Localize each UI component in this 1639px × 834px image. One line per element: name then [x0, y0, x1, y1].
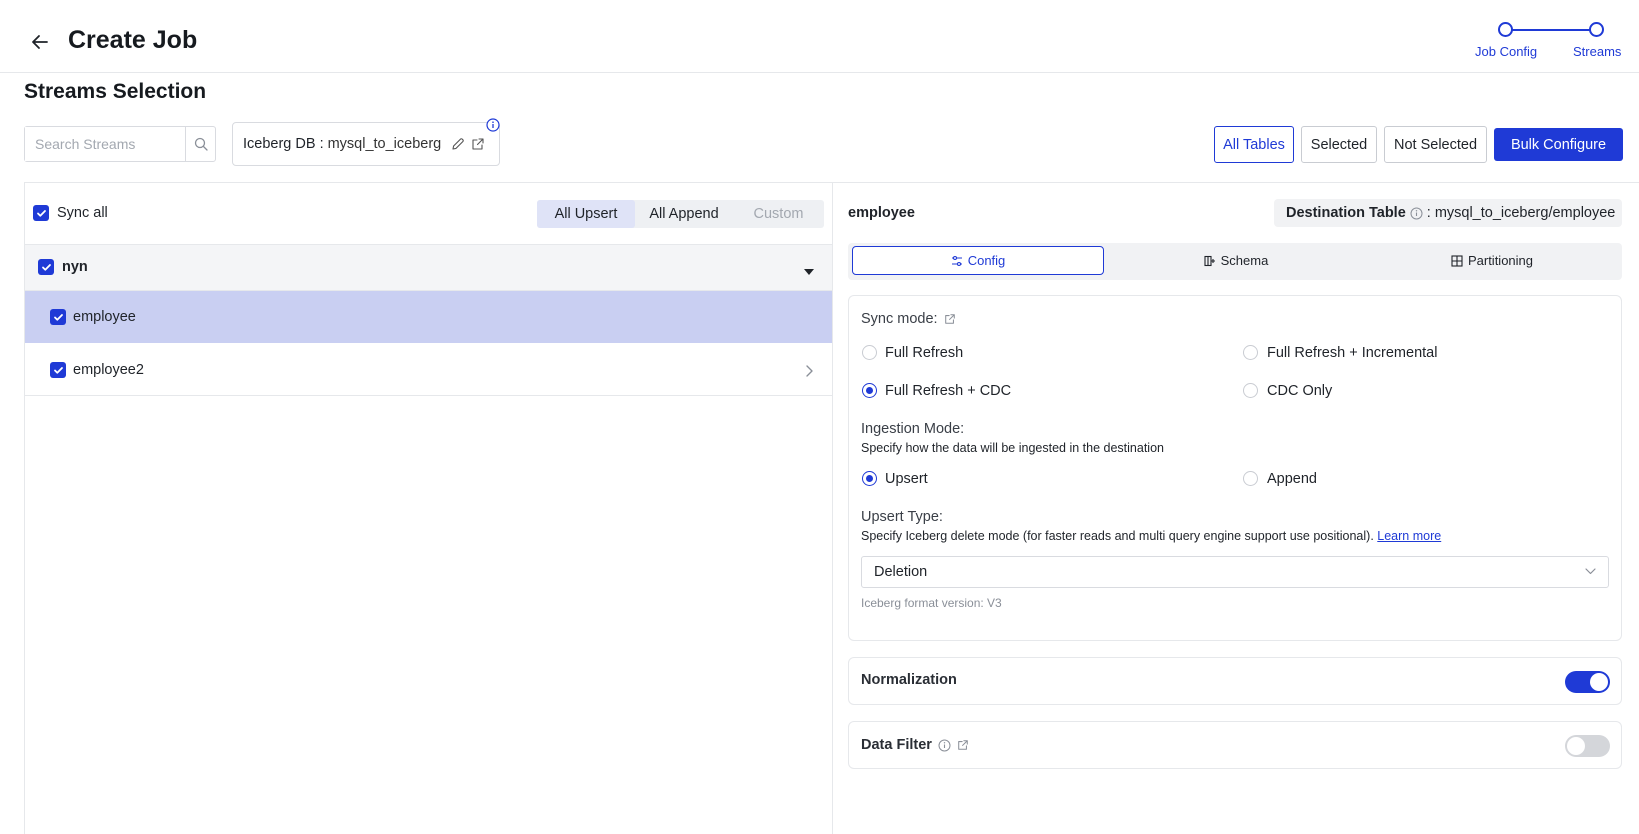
- radio-cdc-only[interactable]: [1243, 383, 1258, 398]
- group-checkbox[interactable]: [38, 259, 54, 275]
- radio-upsert-label: Upsert: [885, 471, 928, 487]
- normalization-card: [848, 657, 1622, 705]
- radio-full-refresh-cdc[interactable]: [862, 383, 877, 398]
- list-item-label: employee: [73, 309, 136, 325]
- tab-partitioning[interactable]: Partitioning: [1366, 246, 1618, 275]
- filter-selected[interactable]: Selected: [1301, 126, 1377, 163]
- list-item-employee[interactable]: [25, 291, 832, 343]
- check-icon: [53, 313, 63, 321]
- upsert-type-value: Deletion: [874, 564, 928, 580]
- mode-segmented-control: All Upsert All Append Custom: [537, 200, 824, 228]
- bulk-configure-button[interactable]: Bulk Configure: [1494, 128, 1623, 161]
- destination-table-value: mysql_to_iceberg/employee: [1434, 205, 1616, 221]
- step-job-config-dot[interactable]: [1498, 22, 1513, 37]
- upsert-type-description: Specify Iceberg delete mode (for faster …: [861, 529, 1374, 543]
- destination-table-label: Destination Table: [1286, 205, 1406, 221]
- section-title: Streams Selection: [24, 80, 207, 103]
- chevron-right-icon[interactable]: [805, 364, 813, 380]
- step-streams-label[interactable]: Streams: [1573, 44, 1621, 59]
- radio-append[interactable]: [1243, 471, 1258, 486]
- step-job-config-label[interactable]: Job Config: [1475, 44, 1537, 59]
- external-link-icon[interactable]: [471, 137, 485, 151]
- check-icon: [41, 263, 51, 271]
- normalization-toggle[interactable]: [1565, 671, 1610, 693]
- back-button[interactable]: [28, 30, 52, 54]
- sync-mode-label: Sync mode:: [861, 311, 938, 327]
- filter-all-tables[interactable]: All Tables: [1214, 126, 1294, 163]
- mode-all-upsert[interactable]: All Upsert: [537, 200, 635, 228]
- search-icon: [194, 137, 208, 151]
- tab-config[interactable]: Config: [852, 246, 1104, 275]
- page-title: Create Job: [68, 26, 198, 54]
- sync-all-label: Sync all: [57, 205, 108, 221]
- search-stream-box: [24, 126, 216, 162]
- normalization-label: Normalization: [861, 672, 957, 688]
- employee-checkbox[interactable]: [50, 309, 66, 325]
- grid-icon: [1451, 254, 1463, 267]
- tab-partitioning-label: Partitioning: [1467, 253, 1534, 268]
- radio-full-refresh[interactable]: [862, 345, 877, 360]
- radio-append-label: Append: [1267, 471, 1317, 487]
- radio-full-refresh-incremental-label: Full Refresh + Incremental: [1267, 345, 1438, 361]
- radio-full-refresh-incremental[interactable]: [1243, 345, 1258, 360]
- check-icon: [36, 209, 46, 217]
- panel-divider: [832, 182, 833, 834]
- check-icon: [53, 366, 63, 374]
- detail-panel-border: [832, 182, 1639, 183]
- format-version-note: Iceberg format version: V3: [861, 596, 1002, 610]
- list-item-employee2[interactable]: [25, 343, 832, 396]
- data-filter-label-row: Data Filter: [861, 737, 969, 753]
- data-filter-toggle[interactable]: [1565, 735, 1610, 757]
- tab-schema-label: Schema: [1220, 253, 1269, 268]
- ingestion-mode-description: Specify how the data will be ingested in…: [861, 441, 1164, 455]
- radio-full-refresh-label: Full Refresh: [885, 345, 964, 361]
- radio-full-refresh-cdc-label: Full Refresh + CDC: [885, 383, 1012, 399]
- caret-down-icon[interactable]: [803, 263, 815, 279]
- chevron-down-icon: [1585, 567, 1596, 575]
- info-icon[interactable]: [486, 118, 500, 135]
- detail-tabs: Config Schema Partitioning: [848, 243, 1622, 280]
- destination-table-separator: :: [1426, 205, 1431, 221]
- stepper-connector: [1512, 29, 1596, 31]
- destination-db-label: Iceberg DB :: [243, 136, 324, 152]
- search-button[interactable]: [185, 127, 215, 161]
- filter-not-selected[interactable]: Not Selected: [1384, 126, 1487, 163]
- info-icon[interactable]: [938, 739, 951, 752]
- data-filter-label: Data Filter: [861, 737, 932, 753]
- info-icon[interactable]: [1410, 207, 1423, 220]
- tab-schema[interactable]: Schema: [1110, 246, 1362, 275]
- radio-cdc-only-label: CDC Only: [1267, 383, 1333, 399]
- external-link-icon[interactable]: [944, 312, 956, 328]
- destination-table-chip: Destination Table : mysql_to_iceberg/emp…: [1274, 199, 1622, 227]
- destination-db-value: mysql_to_iceberg: [327, 136, 442, 152]
- list-item-label: employee2: [73, 362, 144, 378]
- sliders-icon: [951, 255, 962, 266]
- tab-config-label: Config: [967, 253, 1006, 268]
- employee2-checkbox[interactable]: [50, 362, 66, 378]
- edit-icon[interactable]: [451, 137, 465, 151]
- learn-more-link[interactable]: Learn more: [1377, 529, 1441, 543]
- stream-group-row[interactable]: [25, 244, 832, 291]
- arrow-left-icon: [32, 35, 48, 49]
- upsert-type-description-row: Specify Iceberg delete mode (for faster …: [861, 529, 1441, 543]
- external-link-icon[interactable]: [957, 739, 969, 751]
- sync-all-checkbox[interactable]: [33, 205, 49, 221]
- ingestion-mode-label: Ingestion Mode:: [861, 421, 965, 437]
- destination-db-box: Iceberg DB : mysql_to_iceberg: [232, 122, 500, 166]
- upsert-type-select[interactable]: Deletion: [861, 556, 1609, 588]
- config-card: [848, 295, 1622, 641]
- columns-icon: [1204, 255, 1215, 266]
- step-streams-dot[interactable]: [1589, 22, 1604, 37]
- search-streams-input[interactable]: [25, 127, 185, 161]
- mode-all-append[interactable]: All Append: [635, 200, 733, 228]
- radio-upsert[interactable]: [862, 471, 877, 486]
- upsert-type-label: Upsert Type:: [861, 509, 943, 525]
- group-name: nyn: [62, 259, 88, 275]
- stream-name-title: employee: [848, 205, 915, 221]
- mode-custom[interactable]: Custom: [733, 200, 824, 228]
- page-header: [0, 0, 1639, 73]
